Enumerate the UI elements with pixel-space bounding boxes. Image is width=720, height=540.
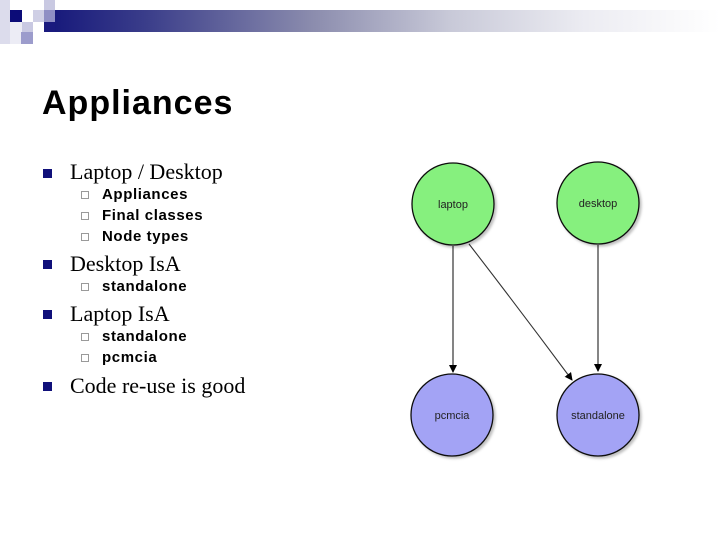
node-label: pcmcia [435, 410, 471, 422]
node-label: standalone [571, 410, 625, 422]
edge-laptop-standalone [468, 243, 573, 381]
node-standalone: standalone [556, 373, 640, 457]
node-pcmcia: pcmcia [410, 373, 494, 457]
node-label: desktop [579, 198, 618, 210]
node-label: laptop [438, 199, 468, 211]
node-laptop: laptop [411, 162, 495, 246]
node-desktop: desktop [556, 161, 640, 245]
inheritance-diagram: laptop desktop pcmcia standalone [410, 161, 640, 457]
